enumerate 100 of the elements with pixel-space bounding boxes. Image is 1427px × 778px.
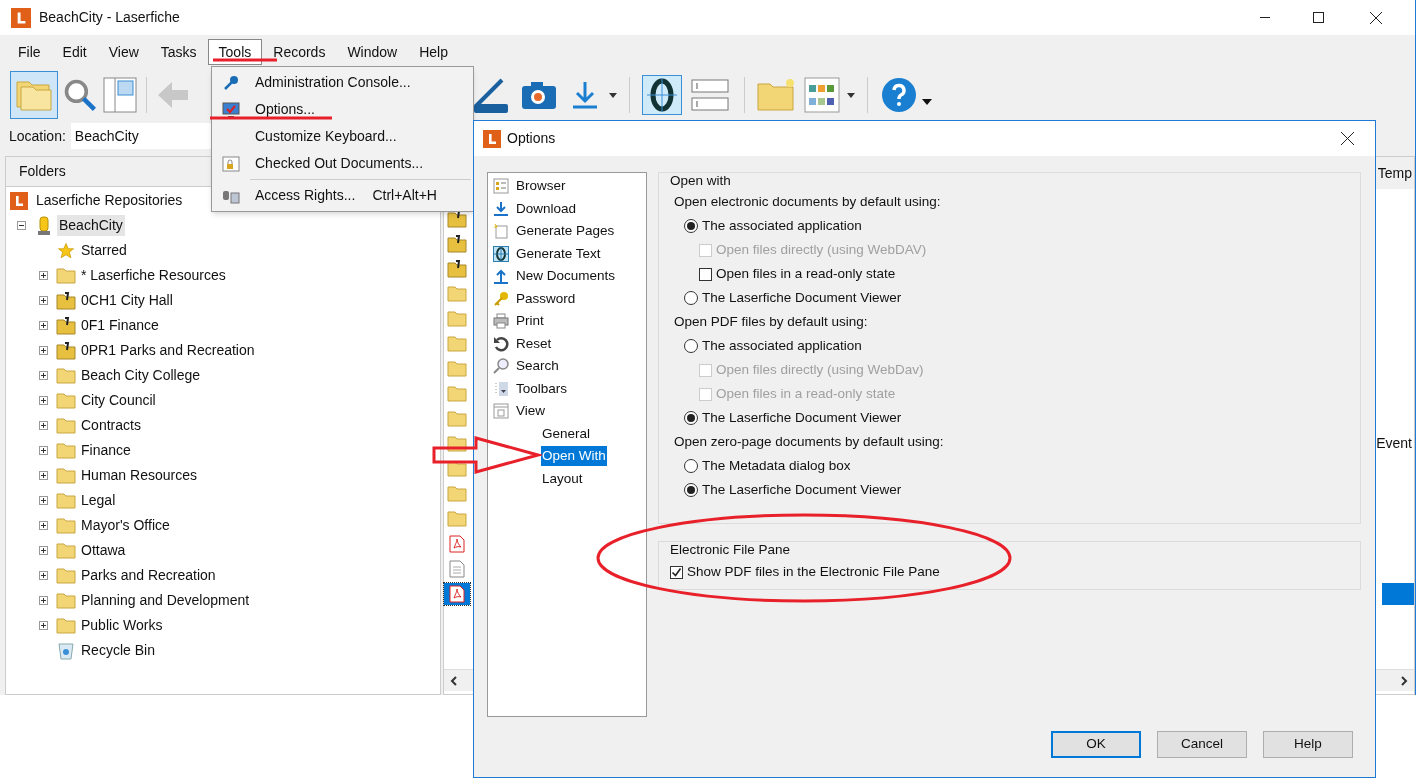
close-icon[interactable] bbox=[1370, 11, 1382, 24]
nav-item[interactable]: Generate Pages bbox=[515, 221, 616, 242]
nav-item[interactable]: Generate Text bbox=[515, 243, 602, 264]
scroll-right-icon[interactable] bbox=[1400, 675, 1408, 686]
radio-option[interactable]: The Metadata dialog box bbox=[684, 455, 851, 477]
nav-item[interactable]: Search bbox=[515, 356, 560, 377]
tree-item[interactable]: Mayor's Office bbox=[79, 515, 172, 536]
pdf-file-icon bbox=[449, 584, 465, 603]
expand-toggle[interactable] bbox=[38, 396, 48, 405]
entry-row[interactable] bbox=[444, 257, 470, 280]
expand-toggle[interactable] bbox=[38, 346, 48, 355]
folders-button[interactable] bbox=[10, 71, 58, 119]
menu-item[interactable]: Records bbox=[262, 39, 337, 65]
section-heading: Open PDF files by default using: bbox=[674, 312, 868, 331]
expand-toggle[interactable] bbox=[38, 371, 48, 380]
expand-toggle[interactable] bbox=[38, 596, 48, 605]
collapse-toggle[interactable] bbox=[16, 221, 26, 230]
menu-item[interactable]: Help bbox=[408, 39, 459, 65]
menu-entry[interactable]: Options... bbox=[212, 96, 473, 123]
tree-item[interactable]: 0CH1 City Hall bbox=[79, 290, 175, 311]
nav-item[interactable]: Open With bbox=[541, 446, 607, 467]
dialog-button[interactable]: Help bbox=[1263, 731, 1353, 758]
dropdown-arrow-icon[interactable] bbox=[847, 92, 855, 98]
radio-option[interactable]: The Laserfiche Document Viewer bbox=[684, 287, 902, 309]
entry-row[interactable] bbox=[444, 232, 470, 255]
nav-item[interactable]: Layout bbox=[541, 468, 584, 489]
dialog-button[interactable]: Cancel bbox=[1157, 731, 1247, 758]
tree-item[interactable]: BeachCity bbox=[57, 215, 125, 236]
radio-option[interactable]: The associated application bbox=[684, 215, 862, 237]
expand-toggle[interactable] bbox=[38, 521, 48, 530]
tree-item[interactable]: 0F1 Finance bbox=[79, 315, 161, 336]
tree-item[interactable]: Public Works bbox=[79, 615, 165, 636]
tree-item[interactable]: Planning and Development bbox=[79, 590, 252, 611]
tree-item[interactable]: Ottawa bbox=[79, 540, 128, 561]
folder-icon bbox=[56, 567, 76, 584]
tree-item[interactable]: City Council bbox=[79, 390, 158, 411]
nav-item[interactable]: Download bbox=[515, 198, 578, 219]
radio-option[interactable]: The associated application bbox=[684, 335, 862, 357]
nav-item[interactable]: Password bbox=[515, 288, 577, 309]
tree-item[interactable]: Contracts bbox=[79, 415, 143, 436]
tree-item[interactable]: Human Resources bbox=[79, 465, 199, 486]
radio-option[interactable]: The Laserfiche Document Viewer bbox=[684, 407, 902, 429]
expand-toggle[interactable] bbox=[38, 496, 48, 505]
column-header[interactable]: Temp bbox=[1377, 162, 1412, 184]
nav-item[interactable]: Reset bbox=[515, 333, 553, 354]
tree-item[interactable]: Finance bbox=[79, 440, 133, 461]
entry-row[interactable] bbox=[444, 582, 470, 605]
menu-item[interactable]: Window bbox=[336, 39, 409, 65]
folder-icon bbox=[447, 360, 467, 377]
section-heading: Open electronic documents by default using: bbox=[674, 192, 941, 211]
nav-item[interactable]: Browser bbox=[515, 176, 567, 197]
folder-icon bbox=[56, 442, 76, 459]
expand-toggle[interactable] bbox=[38, 296, 48, 305]
expand-toggle[interactable] bbox=[38, 471, 48, 480]
annotation-underline bbox=[212, 58, 278, 62]
scroll-left-icon[interactable] bbox=[450, 675, 458, 686]
tree-item[interactable]: Beach City College bbox=[79, 365, 203, 386]
expand-toggle[interactable] bbox=[38, 421, 48, 430]
expand-toggle[interactable] bbox=[38, 571, 48, 580]
ocr-button[interactable] bbox=[642, 75, 682, 115]
record-folder-icon bbox=[56, 316, 76, 335]
expand-toggle[interactable] bbox=[38, 321, 48, 330]
ocr-icon bbox=[493, 245, 509, 262]
checkbox-option[interactable]: Open files in a read-only state bbox=[699, 263, 896, 285]
expand-toggle[interactable] bbox=[38, 446, 48, 455]
folder-icon bbox=[56, 517, 76, 534]
tree-item[interactable]: Starred bbox=[79, 240, 129, 261]
nav-item[interactable]: View bbox=[515, 401, 547, 422]
folder-icon bbox=[56, 367, 76, 384]
monitor-icon bbox=[222, 101, 240, 118]
dialog-button[interactable]: OK bbox=[1051, 731, 1141, 758]
document-icon bbox=[449, 559, 465, 578]
nav-item[interactable]: Toolbars bbox=[515, 378, 569, 399]
expand-toggle[interactable] bbox=[38, 546, 48, 555]
selected-row-highlight[interactable] bbox=[1382, 582, 1414, 605]
tree-item[interactable]: Recycle Bin bbox=[79, 640, 157, 661]
menu-item[interactable]: Tasks bbox=[149, 39, 208, 65]
radio-option[interactable]: The Laserfiche Document Viewer bbox=[684, 479, 902, 501]
menu-entry[interactable]: Customize Keyboard... bbox=[212, 123, 473, 150]
menu-entry[interactable]: Administration Console... bbox=[212, 69, 473, 96]
tree-item[interactable]: Legal bbox=[79, 490, 118, 511]
nav-item[interactable]: New Documents bbox=[515, 266, 617, 287]
search-icon bbox=[493, 358, 509, 375]
menu-item[interactable]: Edit bbox=[51, 39, 98, 65]
tree-item[interactable]: Laserfiche Repositories bbox=[36, 190, 183, 211]
dropdown-arrow-icon[interactable] bbox=[609, 92, 617, 98]
folder-icon bbox=[447, 385, 467, 402]
checkbox-option[interactable]: Show PDF files in the Electronic File Pane bbox=[670, 561, 940, 583]
menu-item[interactable]: File bbox=[7, 39, 52, 65]
expand-toggle[interactable] bbox=[38, 271, 48, 280]
tree-item[interactable]: Parks and Recreation bbox=[79, 565, 218, 586]
nav-item[interactable]: Print bbox=[515, 311, 545, 332]
tree-item[interactable]: * Laserfiche Resources bbox=[79, 265, 228, 286]
expand-toggle[interactable] bbox=[38, 621, 48, 630]
tree-item[interactable]: 0PR1 Parks and Recreation bbox=[79, 340, 257, 361]
nav-item[interactable]: General bbox=[541, 423, 592, 444]
close-icon[interactable] bbox=[1341, 132, 1354, 145]
recycle-bin-icon bbox=[58, 641, 74, 660]
dropdown-arrow-icon[interactable] bbox=[922, 99, 932, 105]
menu-item[interactable]: View bbox=[97, 39, 150, 65]
